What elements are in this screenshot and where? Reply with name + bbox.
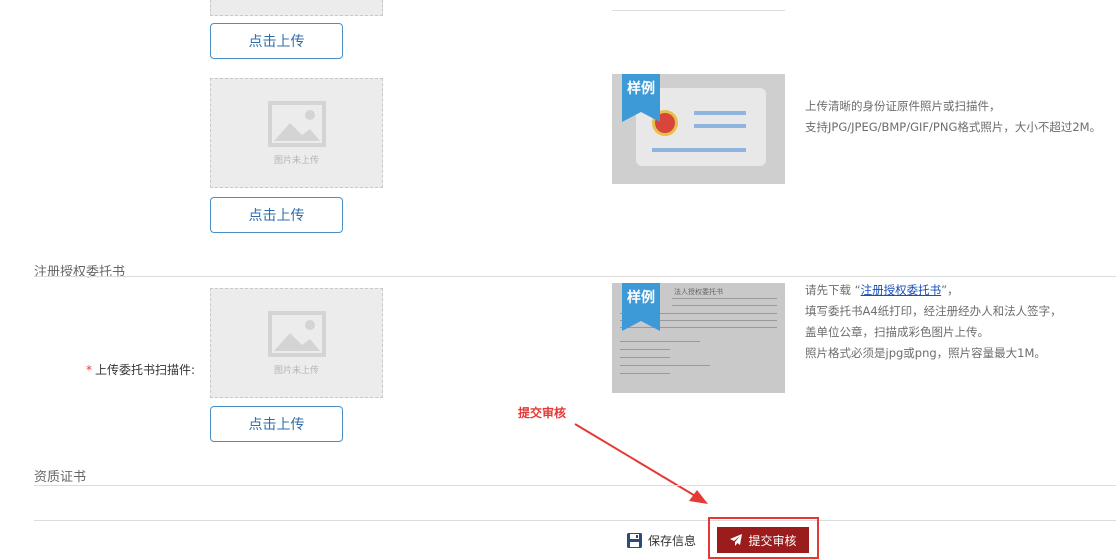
save-button-label: 保存信息 [648,533,697,548]
placeholder-text: 图片未上传 [273,365,319,376]
authorization-field-label: * 上传委托书扫描件: [86,363,196,377]
image-placeholder-top [210,0,383,16]
required-mark: * [86,363,92,377]
doc-line [620,365,710,366]
section-title-authorization: 注册授权委托书 [34,265,126,280]
annotation-label: 提交审核 [518,406,567,420]
save-button[interactable]: 保存信息 [626,527,696,553]
id-card-sample-image: 样例 [612,74,785,184]
doc-line [672,298,777,299]
submit-review-button[interactable]: 提交审核 [717,527,809,553]
sample-ribbon: 样例 [622,283,660,331]
doc-title: 法人授权委托书 [674,288,723,296]
section-divider [34,276,1116,277]
authorization-note: 请先下载 “注册授权委托书”， 填写委托书A4纸打印，经注册经办人和法人签字， … [805,283,1062,360]
authorization-letter-sample-image: 法人授权委托书 样例 [612,283,785,393]
image-icon [267,310,326,357]
submit-button-label: 提交审核 [748,533,797,548]
id-card-note: 上传清晰的身份证原件照片或扫描件， 支持JPG/JPEG/BMP/GIF/PNG… [805,99,1102,134]
save-icon [627,532,642,548]
doc-line [672,305,777,306]
upload-button-label: 点击上传 [248,34,305,50]
divider-top [612,10,785,11]
doc-line [620,341,700,342]
image-icon [267,100,326,147]
doc-line [620,349,670,350]
doc-line [620,373,670,374]
image-placeholder: 图片未上传 [210,288,383,398]
upload-button[interactable]: 点击上传 [210,406,343,442]
upload-button[interactable]: 点击上传 [210,23,343,59]
card-line [694,124,746,128]
placeholder-text: 图片未上传 [273,155,319,166]
upload-button[interactable]: 点击上传 [210,197,343,233]
section-title-qualification: 资质证书 [34,470,87,485]
card-line [694,111,746,115]
sample-ribbon: 样例 [622,74,660,122]
card-line [652,148,746,152]
upload-button-label: 点击上传 [248,208,305,224]
section-divider [34,485,1116,486]
send-icon [730,534,743,546]
download-authorization-link[interactable]: 注册授权委托书 [861,283,942,297]
footer-divider [34,520,1116,521]
upload-button-label: 点击上传 [248,417,305,433]
doc-line [620,357,670,358]
image-placeholder: 图片未上传 [210,78,383,188]
